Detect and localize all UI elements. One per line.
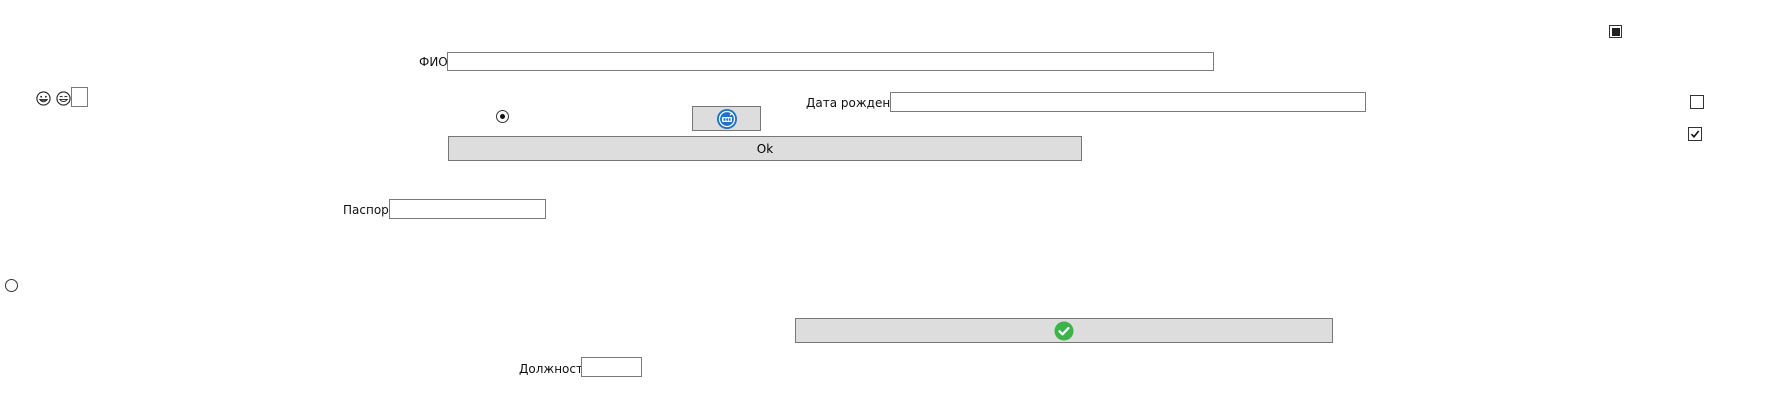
fio-label: ФИО xyxy=(419,55,448,69)
ok-button[interactable]: Ok xyxy=(448,136,1082,161)
checkmark-icon xyxy=(1690,130,1700,139)
passport-input[interactable] xyxy=(389,199,546,219)
indeterminate-mark xyxy=(1611,27,1620,36)
right-checkbox-checked[interactable] xyxy=(1688,127,1702,141)
small-empty-box[interactable] xyxy=(71,87,88,107)
indeterminate-checkbox[interactable] xyxy=(1609,25,1622,38)
image-button[interactable] xyxy=(692,106,761,131)
radio-dot xyxy=(500,114,505,119)
smiling-face-icon xyxy=(56,91,71,106)
grinning-face-icon xyxy=(36,91,51,106)
right-checkbox-unchecked[interactable] xyxy=(1690,95,1704,109)
radio-option-selected[interactable] xyxy=(496,110,509,123)
scanner-badge-icon xyxy=(716,108,737,129)
green-check-icon xyxy=(1054,321,1074,340)
ok-button-label: Ok xyxy=(756,141,774,156)
birthdate-input[interactable] xyxy=(890,92,1366,112)
passport-label: Паспорт xyxy=(343,203,396,217)
fio-input[interactable] xyxy=(447,52,1214,71)
position-label: Должность xyxy=(519,362,591,376)
confirm-button[interactable] xyxy=(795,318,1333,343)
radio-option-unselected[interactable] xyxy=(5,279,18,292)
position-input[interactable] xyxy=(581,357,642,377)
